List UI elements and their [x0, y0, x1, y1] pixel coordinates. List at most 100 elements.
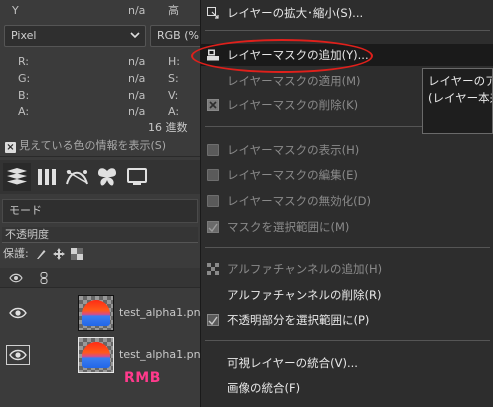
lock-alpha-icon[interactable]: [70, 248, 83, 260]
divider: [0, 156, 200, 157]
menu-item-label: レイヤーマスクの無効化(D): [227, 194, 371, 208]
layer-name: test_alpha1.png: [119, 348, 208, 361]
delete-mask-icon: [207, 99, 219, 111]
rmb-annotation: RMB: [124, 370, 161, 386]
readout-value: n/a: [128, 89, 146, 102]
menu-item-label: アルファチャンネルの追加(H): [227, 262, 383, 276]
lock-pixels-icon[interactable]: [35, 248, 47, 260]
menu-item-label: レイヤーマスクの削除(K): [227, 98, 359, 112]
add-alpha-icon: [207, 263, 219, 275]
menu-item-label: レイヤーマスクの表示(H): [227, 143, 360, 157]
menu-item-merge-visible-layers[interactable]: 可視レイヤーの統合(V)...: [201, 352, 493, 374]
readout-label-2: H:: [168, 55, 180, 68]
menu-item-mask-to-selection[interactable]: マスクを選択範囲に(M): [201, 216, 493, 238]
layer-thumbnail: [78, 295, 114, 331]
layer-item[interactable]: test_alpha1.png: [0, 334, 208, 376]
tooltip-line: レイヤーのアル: [428, 74, 492, 88]
mask-to-selection-icon: [207, 221, 219, 233]
readout-value: n/a: [128, 55, 146, 68]
checkbox-icon: [207, 144, 219, 156]
readout-value: n/a: [128, 105, 146, 118]
menu-separator: [205, 247, 490, 248]
chain-icon: [40, 272, 48, 284]
scale-layer-icon: [207, 7, 219, 19]
eye-icon: [9, 273, 23, 283]
left-dock: Y n/a 高 Pixel RGB (%) R: n/a H: G: n/a S…: [0, 0, 210, 407]
tab-channels[interactable]: [33, 163, 61, 191]
readout-label: R:: [18, 55, 30, 68]
layer-mode-select[interactable]: モード: [2, 199, 198, 223]
layer-thumbnail: [78, 337, 114, 373]
dock-tab-bar: [0, 160, 200, 194]
menu-item-alpha-to-selection[interactable]: 不透明部分を選択範囲に(P): [201, 309, 493, 331]
tooltip: レイヤーのアル (レイヤー本来: [422, 68, 493, 134]
tab-images[interactable]: [123, 163, 151, 191]
unit-select[interactable]: Pixel: [4, 25, 146, 47]
lock-position-icon[interactable]: [52, 248, 65, 260]
menu-item-label: マスクを選択範囲に(M): [227, 220, 350, 234]
visibility-toggle[interactable]: [6, 303, 30, 323]
tab-paths[interactable]: [63, 163, 91, 191]
butterfly-icon: [98, 168, 116, 186]
chevron-down-icon: [130, 32, 140, 39]
readout-label-2: V:: [168, 89, 179, 102]
layers-icon: [7, 168, 27, 185]
menu-item-add-alpha-channel[interactable]: アルファチャンネルの追加(H): [201, 258, 493, 280]
menu-item-label: レイヤーマスクの適用(M): [227, 74, 361, 88]
menu-item-label: 可視レイヤーの統合(V)...: [227, 356, 358, 370]
layer-list-header: [0, 268, 200, 288]
menu-item-label: レイヤーの拡大･縮小(S)...: [227, 6, 364, 20]
paths-icon: [66, 170, 88, 185]
menu-item-show-layer-mask[interactable]: レイヤーマスクの表示(H): [201, 139, 493, 161]
layer-item[interactable]: test_alpha1.png: [0, 292, 208, 334]
menu-item-scale-layer[interactable]: レイヤーの拡大･縮小(S)...: [201, 2, 493, 24]
readout-value: n/a: [128, 72, 146, 85]
checkbox-icon: [207, 195, 219, 207]
menu-item-label: レイヤーマスクの編集(E): [227, 168, 358, 182]
opacity-slider[interactable]: 不透明度: [2, 227, 198, 243]
layer-mode-label: モード: [9, 204, 42, 217]
menu-separator: [205, 340, 490, 341]
readout-row: B: n/a V:: [0, 88, 200, 104]
opacity-label: 不透明度: [5, 228, 49, 241]
close-icon: ×: [5, 142, 16, 153]
readout-row: G: n/a S:: [0, 71, 200, 87]
menu-item-label: 不透明部分を選択範囲に(P): [227, 313, 370, 327]
menu-item-remove-alpha-channel[interactable]: アルファチャンネルの削除(R): [201, 284, 493, 306]
monitor-icon: [127, 168, 147, 185]
color-model-value: RGB (%): [157, 29, 204, 42]
show-info-toggle[interactable]: × 見えている色の情報を表示(S): [5, 138, 166, 154]
menu-item-label: 画像の統合(F): [227, 381, 301, 395]
readout-label-2: A:: [168, 105, 180, 118]
menu-item-edit-layer-mask[interactable]: レイヤーマスクの編集(E): [201, 164, 493, 186]
tab-undo-history[interactable]: [93, 163, 121, 191]
show-info-label: 見えている色の情報を表示(S): [19, 139, 167, 152]
eye-icon: [9, 349, 27, 361]
pointer-height-label: 高: [168, 4, 179, 17]
readout-label: B:: [18, 89, 30, 102]
checkbox-icon: [207, 169, 219, 181]
layer-name: test_alpha1.png: [119, 306, 208, 319]
unit-select-value: Pixel: [11, 29, 37, 42]
alpha-to-selection-icon: [207, 314, 219, 326]
visibility-toggle[interactable]: [6, 345, 30, 365]
tooltip-line: (レイヤー本来: [428, 91, 492, 105]
menu-item-disable-layer-mask[interactable]: レイヤーマスクの無効化(D): [201, 190, 493, 212]
lock-row: 保護:: [3, 245, 83, 263]
hex-info-label: 16 進数: [148, 121, 188, 134]
eye-icon: [9, 307, 27, 319]
readout-label-2: S:: [168, 72, 179, 85]
tab-layers[interactable]: [3, 163, 31, 191]
menu-item-flatten-image[interactable]: 画像の統合(F): [201, 377, 493, 399]
lock-label: 保護:: [3, 247, 29, 260]
readout-label: A:: [18, 105, 30, 118]
pointer-y-label: Y: [12, 4, 19, 17]
readout-row: A: n/a A:: [0, 104, 200, 120]
pointer-y-value: n/a: [128, 4, 146, 17]
menu-item-label: アルファチャンネルの削除(R): [227, 288, 382, 302]
menu-separator: [205, 30, 490, 31]
hex-info-row: 16 進数: [0, 120, 200, 136]
channels-icon: [38, 169, 56, 185]
readout-row: R: n/a H:: [0, 54, 200, 70]
highlight-ellipse: [191, 39, 373, 73]
